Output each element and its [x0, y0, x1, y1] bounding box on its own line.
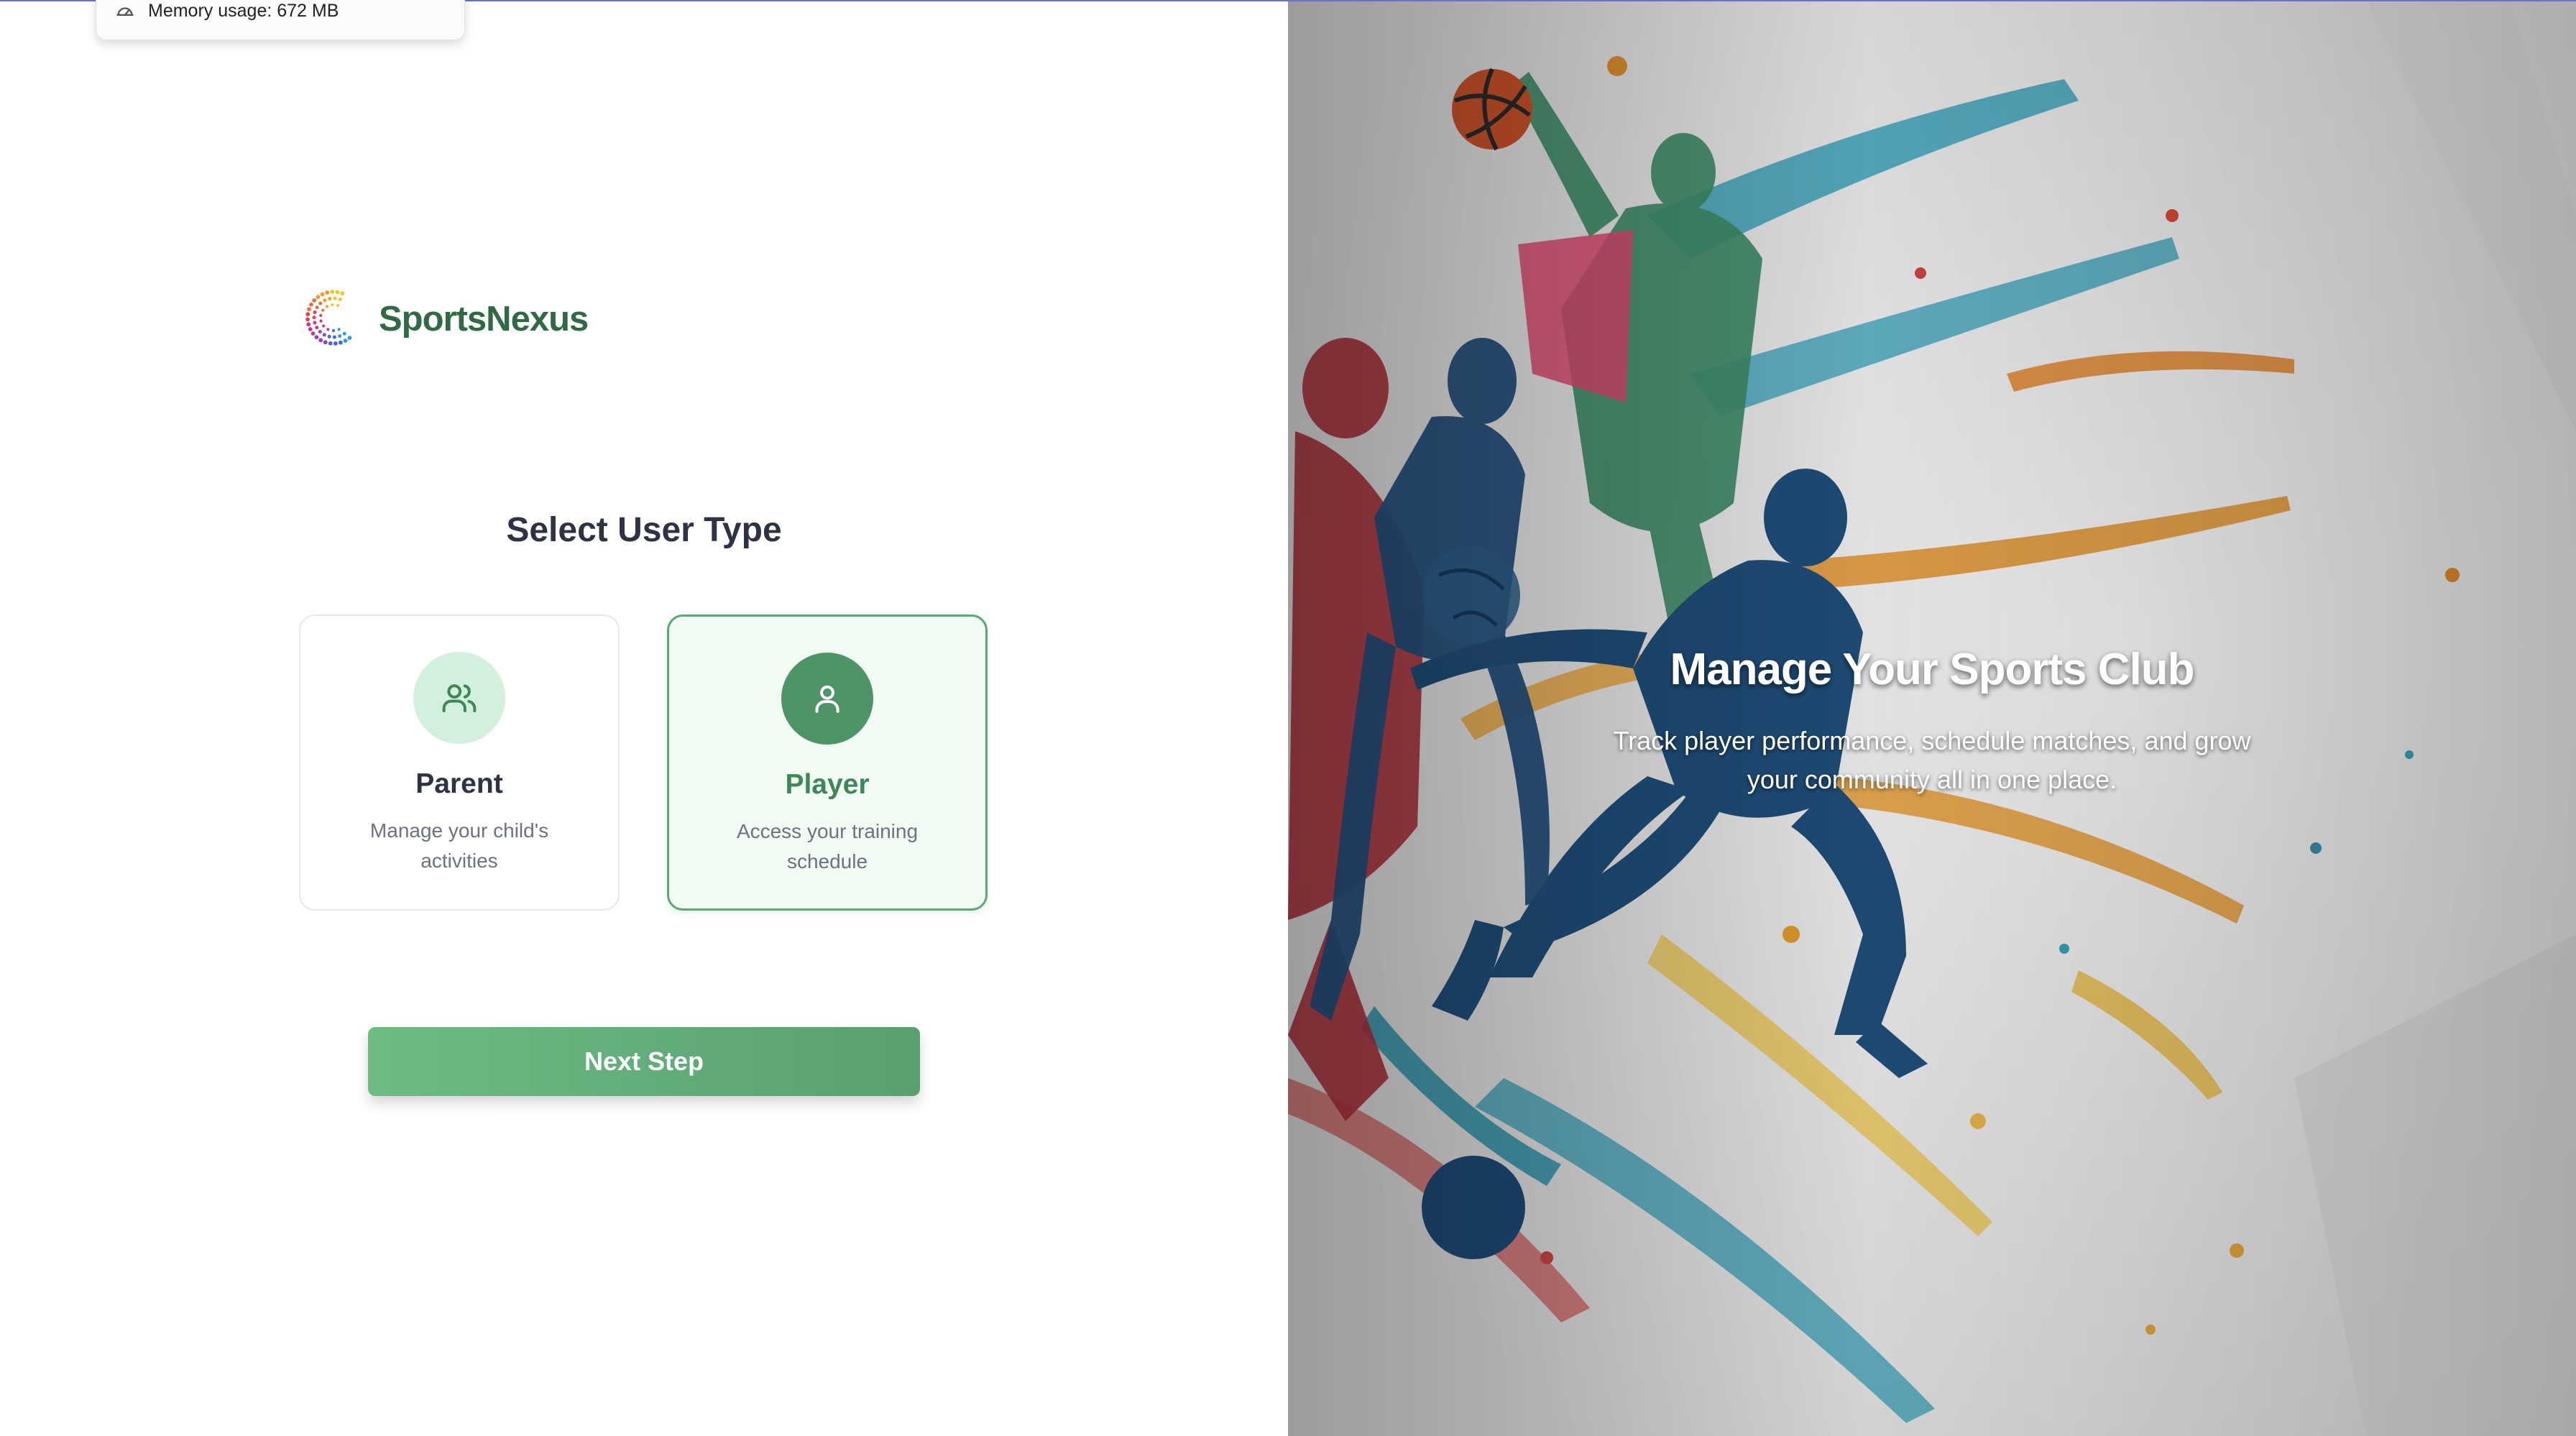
card-description-player: Access your training schedule	[736, 820, 919, 873]
card-title-parent: Parent	[415, 768, 503, 799]
logo-dot	[333, 341, 338, 346]
logo-dot	[306, 322, 311, 327]
logo-dot	[331, 303, 334, 307]
hero-subtitle: Track player performance, schedule match…	[1613, 726, 2251, 794]
hero-title: Manage Your Sports Club	[1670, 645, 2194, 694]
logo-dot	[318, 338, 323, 343]
gauge-icon	[116, 7, 134, 17]
logo-dot	[335, 290, 340, 295]
logo-dot	[308, 327, 313, 331]
logo-dot	[312, 298, 317, 303]
player-icon-badge	[781, 653, 873, 745]
user-type-card-parent[interactable]: Parent Manage your child's activities	[299, 615, 620, 911]
logo-dot	[343, 339, 348, 343]
logo-dot	[323, 340, 328, 345]
logo-dot	[342, 331, 346, 336]
logo-dot	[319, 313, 323, 317]
page-title: Select User Type	[506, 511, 782, 549]
logo-dot	[314, 335, 319, 340]
hero-panel: Manage Your Sports Club Track player per…	[1288, 0, 2576, 1436]
logo-dot	[331, 328, 336, 333]
logo-dot	[305, 317, 310, 322]
logo-dot	[336, 303, 340, 308]
logo-dot	[313, 310, 317, 314]
logo-dot	[328, 297, 332, 301]
logo-dot	[322, 324, 326, 328]
logo-dot	[312, 316, 316, 320]
logo-dot	[321, 308, 325, 312]
brand-name[interactable]: SportsNexus	[379, 298, 589, 341]
memory-usage-tooltip: Memory usage: 672 MB	[96, 0, 465, 40]
logo-dot	[347, 336, 352, 341]
logo-dot	[338, 340, 343, 345]
user-type-card-player[interactable]: Player Access your training schedule	[667, 615, 988, 911]
logo-dot	[318, 330, 322, 333]
logo-dot	[330, 290, 335, 294]
logo-dot	[338, 298, 342, 302]
logo-dot	[320, 292, 325, 297]
selection-panel: Memory usage: 672 MB SportsNexus Select …	[0, 0, 1288, 1436]
logo-dot	[319, 319, 323, 323]
logo-dot	[310, 331, 316, 336]
logo-dot	[313, 321, 317, 325]
logo-dot	[325, 305, 329, 308]
users-icon	[442, 684, 477, 713]
sportsnexus-logo-icon	[305, 290, 352, 346]
logo-dot	[338, 334, 342, 339]
logo-dot	[327, 334, 331, 339]
logo-dot	[333, 296, 337, 300]
logo-dot	[340, 291, 345, 296]
hero-dim-overlay	[1288, 0, 2576, 1436]
user-icon	[815, 685, 840, 713]
logo-dot	[316, 295, 321, 300]
card-description-parent: Manage your child's activities	[369, 819, 549, 872]
logo-dot	[307, 307, 311, 312]
card-title-player: Player	[785, 769, 870, 800]
logo-dot	[332, 335, 336, 339]
logo-dot	[323, 298, 327, 303]
logo-dot	[328, 341, 333, 346]
logo-dot	[315, 305, 319, 310]
logo-dot	[318, 301, 323, 305]
logo-dot	[309, 302, 313, 307]
logo-dot	[337, 328, 341, 331]
logo-dot	[322, 333, 326, 337]
logo-dot	[326, 328, 330, 331]
next-step-button[interactable]: Next Step	[368, 1027, 920, 1096]
logo-dot	[305, 312, 310, 317]
logo-dot	[315, 326, 319, 330]
logo-dot	[325, 290, 330, 295]
page: Memory usage: 672 MB SportsNexus Select …	[0, 0, 2576, 1436]
parent-icon-badge	[413, 652, 505, 744]
memory-usage-text: Memory usage: 672 MB	[148, 1, 339, 21]
